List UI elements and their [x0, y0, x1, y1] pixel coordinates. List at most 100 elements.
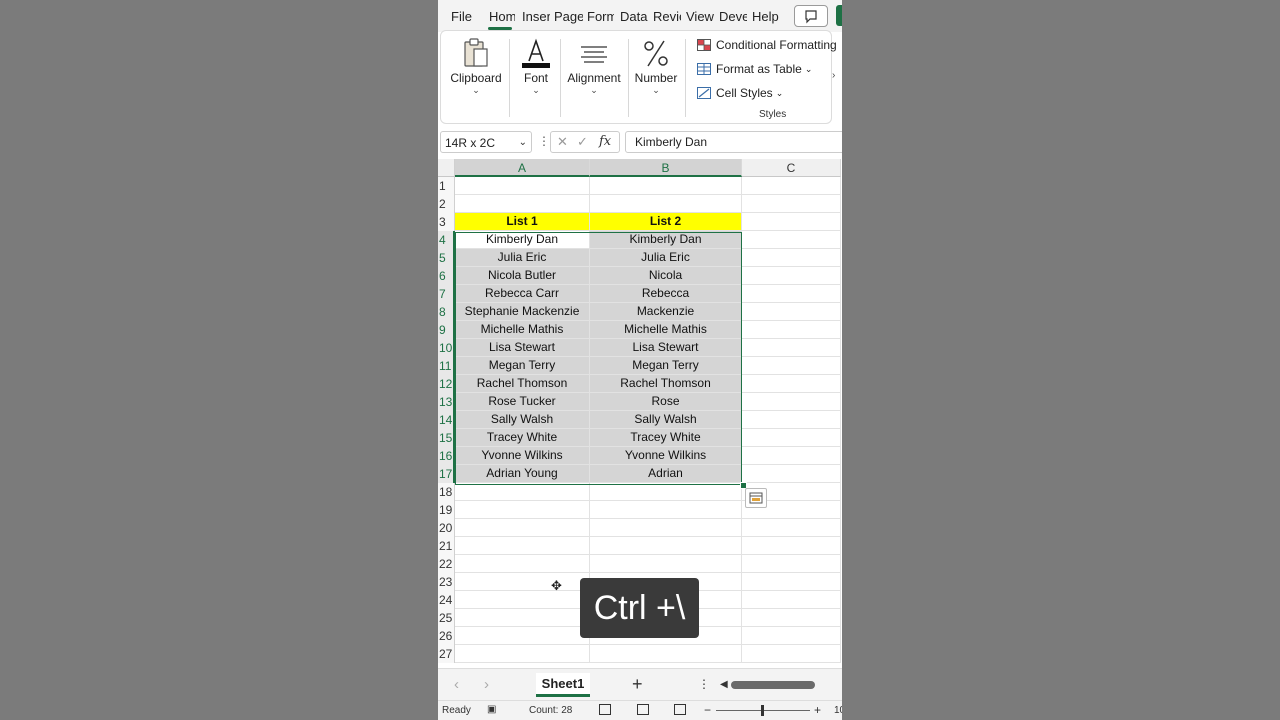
tab-developer[interactable]: Deve	[719, 9, 747, 27]
chevron-left-icon[interactable]: ‹	[454, 676, 459, 693]
tab-page-layout[interactable]: Page	[554, 9, 583, 27]
cell-a26[interactable]	[455, 627, 590, 645]
share-button[interactable]	[836, 5, 842, 26]
cell-b12[interactable]: Rachel Thomson	[590, 375, 742, 393]
row-header-3[interactable]: 3	[438, 213, 455, 231]
row-header-27[interactable]: 27	[438, 645, 455, 663]
cell-c5[interactable]	[742, 249, 841, 267]
row-header-17[interactable]: 17	[438, 465, 455, 483]
row-header-15[interactable]: 15	[438, 429, 455, 447]
number-group[interactable]: Number ⌄	[633, 31, 679, 95]
cell-c14[interactable]	[742, 411, 841, 429]
cell-b7[interactable]: Rebecca	[590, 285, 742, 303]
cell-a12[interactable]: Rachel Thomson	[455, 375, 590, 393]
cell-c16[interactable]	[742, 447, 841, 465]
cell-c6[interactable]	[742, 267, 841, 285]
cell-a23[interactable]	[455, 573, 590, 591]
more-options-icon[interactable]: ⋮	[698, 677, 710, 691]
cell-c12[interactable]	[742, 375, 841, 393]
row-header-2[interactable]: 2	[438, 195, 455, 213]
row-header-11[interactable]: 11	[438, 357, 455, 375]
cell-c7[interactable]	[742, 285, 841, 303]
row-header-7[interactable]: 7	[438, 285, 455, 303]
zoom-in-icon[interactable]: +	[814, 703, 821, 717]
chevron-right-icon[interactable]: ›	[484, 676, 489, 693]
cell-b19[interactable]	[590, 501, 742, 519]
cell-a7[interactable]: Rebecca Carr	[455, 285, 590, 303]
formula-input[interactable]: Kimberly Dan	[625, 131, 842, 153]
cell-b9[interactable]: Michelle Mathis	[590, 321, 742, 339]
cell-b27[interactable]	[590, 645, 742, 663]
cell-a19[interactable]	[455, 501, 590, 519]
tab-file[interactable]: File	[451, 9, 477, 27]
cell-b17[interactable]: Adrian	[590, 465, 742, 483]
cell-c25[interactable]	[742, 609, 841, 627]
cell-a21[interactable]	[455, 537, 590, 555]
cell-a24[interactable]	[455, 591, 590, 609]
confirm-icon[interactable]: ✓	[577, 134, 588, 150]
cell-b13[interactable]: Rose	[590, 393, 742, 411]
row-header-24[interactable]: 24	[438, 591, 455, 609]
cell-b2[interactable]	[590, 195, 742, 213]
cell-b6[interactable]: Nicola	[590, 267, 742, 285]
cell-c24[interactable]	[742, 591, 841, 609]
horizontal-scrollbar[interactable]	[731, 681, 815, 689]
cell-b15[interactable]: Tracey White	[590, 429, 742, 447]
cell-a20[interactable]	[455, 519, 590, 537]
cell-c21[interactable]	[742, 537, 841, 555]
cell-b3[interactable]: List 2	[590, 213, 742, 231]
cell-a13[interactable]: Rose Tucker	[455, 393, 590, 411]
cell-c9[interactable]	[742, 321, 841, 339]
cell-c15[interactable]	[742, 429, 841, 447]
cell-c11[interactable]	[742, 357, 841, 375]
cell-a15[interactable]: Tracey White	[455, 429, 590, 447]
tab-home[interactable]: Hom	[489, 9, 515, 27]
cell-a9[interactable]: Michelle Mathis	[455, 321, 590, 339]
cell-b4[interactable]: Kimberly Dan	[590, 231, 742, 249]
row-header-12[interactable]: 12	[438, 375, 455, 393]
row-header-20[interactable]: 20	[438, 519, 455, 537]
cancel-icon[interactable]: ✕	[557, 134, 568, 150]
chevron-down-icon[interactable]: ⌄	[519, 132, 527, 154]
cell-a8[interactable]: Stephanie Mackenzie	[455, 303, 590, 321]
tab-formulas[interactable]: Form	[587, 9, 614, 27]
cell-c13[interactable]	[742, 393, 841, 411]
conditional-formatting-button[interactable]: Conditional Formatting	[697, 38, 837, 52]
normal-view-icon[interactable]	[599, 704, 611, 715]
cell-c2[interactable]	[742, 195, 841, 213]
cell-c22[interactable]	[742, 555, 841, 573]
row-header-14[interactable]: 14	[438, 411, 455, 429]
quick-analysis-button[interactable]	[745, 488, 767, 508]
cell-a22[interactable]	[455, 555, 590, 573]
tab-data[interactable]: Data	[620, 9, 649, 27]
cell-c3[interactable]	[742, 213, 841, 231]
cell-c23[interactable]	[742, 573, 841, 591]
row-header-9[interactable]: 9	[438, 321, 455, 339]
zoom-slider-thumb[interactable]	[761, 705, 764, 716]
page-break-view-icon[interactable]	[674, 704, 686, 715]
row-header-6[interactable]: 6	[438, 267, 455, 285]
row-header-19[interactable]: 19	[438, 501, 455, 519]
cell-a1[interactable]	[455, 177, 590, 195]
comments-button[interactable]	[794, 5, 828, 27]
row-header-22[interactable]: 22	[438, 555, 455, 573]
column-header-a[interactable]: A	[455, 159, 590, 177]
column-header-b[interactable]: B	[590, 159, 742, 177]
scroll-left-icon[interactable]: ◀	[720, 679, 728, 690]
cell-b18[interactable]	[590, 483, 742, 501]
name-box[interactable]: 14R x 2C ⌄	[440, 131, 532, 153]
tab-view[interactable]: View	[686, 9, 716, 27]
insert-function-icon[interactable]: fx	[599, 134, 611, 149]
tab-help[interactable]: Help	[752, 9, 782, 27]
row-header-26[interactable]: 26	[438, 627, 455, 645]
more-options-icon[interactable]: ⋮	[538, 134, 550, 148]
row-header-8[interactable]: 8	[438, 303, 455, 321]
row-header-5[interactable]: 5	[438, 249, 455, 267]
cell-c17[interactable]	[742, 465, 841, 483]
alignment-group[interactable]: Alignment ⌄	[565, 31, 623, 95]
cell-a16[interactable]: Yvonne Wilkins	[455, 447, 590, 465]
font-group[interactable]: Font ⌄	[515, 31, 557, 95]
column-header-c[interactable]: C	[742, 159, 841, 177]
select-all-corner[interactable]	[438, 159, 455, 177]
cell-a6[interactable]: Nicola Butler	[455, 267, 590, 285]
